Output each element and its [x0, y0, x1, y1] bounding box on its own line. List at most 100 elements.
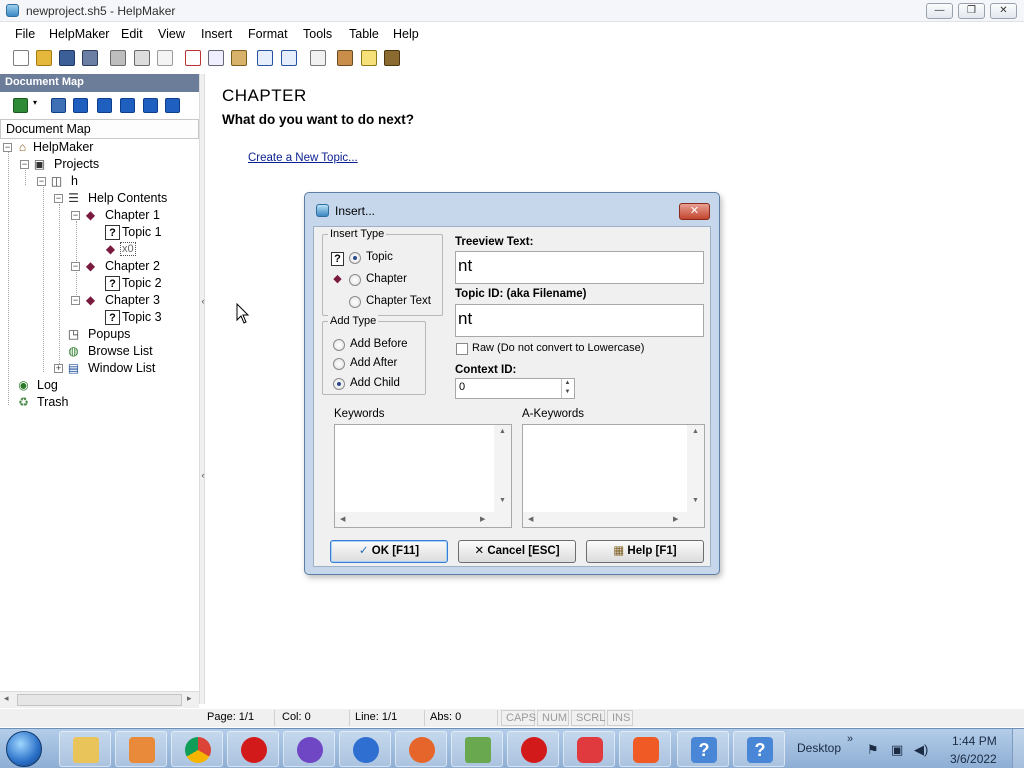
taskbar-firefox-nightly[interactable]: [395, 731, 447, 767]
insert-type-topic-radio[interactable]: Topic: [349, 250, 439, 266]
keywords-list[interactable]: ▲ ▼ ◀ ▶: [334, 424, 512, 528]
taskbar-help[interactable]: ?: [677, 731, 729, 767]
scroll-thumb[interactable]: [17, 694, 182, 706]
collapse-icon[interactable]: −: [54, 194, 63, 203]
radio-unchecked[interactable]: [333, 358, 345, 370]
new-document-icon[interactable]: [13, 50, 29, 66]
save-all-icon[interactable]: [82, 50, 98, 66]
scroll-right-icon[interactable]: ▸: [187, 693, 192, 704]
toolbar-expand-icon[interactable]: »: [847, 733, 853, 745]
dialog-close-button[interactable]: ✕: [679, 203, 710, 220]
scroll-up-icon[interactable]: ▲: [494, 428, 511, 435]
taskbar-opera-gx[interactable]: [507, 731, 559, 767]
network-icon[interactable]: ▣: [891, 742, 903, 758]
collapse-icon[interactable]: −: [20, 160, 29, 169]
a-keywords-list[interactable]: ▲ ▼ ◀ ▶: [522, 424, 705, 528]
format-icon[interactable]: [310, 50, 326, 66]
menu-view[interactable]: View: [158, 27, 185, 41]
volume-icon[interactable]: ◀): [914, 742, 928, 758]
collapse-icon[interactable]: −: [37, 177, 46, 186]
open-folder-icon[interactable]: [36, 50, 52, 66]
taskbar-helpmaker[interactable]: [451, 731, 503, 767]
print-preview-icon[interactable]: [134, 50, 150, 66]
topic-id-input[interactable]: nt: [455, 304, 704, 337]
radio-checked[interactable]: [333, 378, 345, 390]
spell-check-icon[interactable]: [157, 50, 173, 66]
clock-date[interactable]: 3/6/2022: [950, 752, 997, 766]
scroll-right-icon[interactable]: ▶: [480, 515, 485, 523]
menu-tools[interactable]: Tools: [303, 27, 332, 41]
menu-edit[interactable]: Edit: [121, 27, 143, 41]
menu-table[interactable]: Table: [349, 27, 379, 41]
print-icon[interactable]: [110, 50, 126, 66]
a-keywords-horizontal-scrollbar[interactable]: ◀ ▶: [523, 512, 704, 527]
paste-icon[interactable]: [231, 50, 247, 66]
menu-helpmaker[interactable]: HelpMaker: [49, 27, 109, 41]
expand-icon[interactable]: +: [54, 364, 63, 373]
taskbar-firefox-dev[interactable]: [339, 731, 391, 767]
help-button[interactable]: ▦ Help [F1]: [586, 540, 704, 563]
move-left-icon[interactable]: [120, 98, 135, 113]
taskbar-brave[interactable]: [619, 731, 671, 767]
taskbar-help-2[interactable]: ?: [733, 731, 785, 767]
spin-down-icon[interactable]: ▼: [562, 388, 573, 397]
insert-type-chapter-text-radio[interactable]: Chapter Text: [349, 294, 439, 310]
scroll-right-icon[interactable]: ▶: [673, 515, 678, 523]
taskbar-file-explorer[interactable]: [59, 731, 111, 767]
move-top-icon[interactable]: [73, 98, 88, 113]
cancel-button[interactable]: ✕ Cancel [ESC]: [458, 540, 576, 563]
move-right-icon[interactable]: [165, 98, 180, 113]
taskbar-chrome[interactable]: [171, 731, 223, 767]
collapse-icon[interactable]: −: [71, 296, 80, 305]
properties-icon[interactable]: [51, 98, 66, 113]
a-keywords-vertical-scrollbar[interactable]: ▲ ▼: [687, 425, 704, 513]
start-button[interactable]: [6, 731, 42, 767]
desktop-toolbar-label[interactable]: Desktop: [797, 741, 841, 755]
create-new-topic-link[interactable]: Create a New Topic...: [248, 152, 358, 164]
action-center-flag-icon[interactable]: ⚑: [867, 742, 879, 758]
context-id-spinner[interactable]: ▲ ▼: [561, 379, 573, 398]
taskbar-opera[interactable]: [227, 731, 279, 767]
minimize-button[interactable]: —: [926, 3, 953, 19]
radio-unchecked[interactable]: [349, 296, 361, 308]
spin-up-icon[interactable]: ▲: [562, 379, 573, 388]
ok-button[interactable]: ✓ OK [F11]: [330, 540, 448, 563]
move-up-icon[interactable]: [97, 98, 112, 113]
add-after-radio[interactable]: Add After: [333, 356, 423, 372]
tree-horizontal-scrollbar[interactable]: ◂ ▸: [0, 691, 199, 708]
cut-icon[interactable]: [185, 50, 201, 66]
radio-checked[interactable]: [349, 252, 361, 264]
collapse-icon[interactable]: −: [71, 211, 80, 220]
scroll-down-icon[interactable]: ▼: [687, 497, 704, 504]
collapse-icon[interactable]: −: [3, 143, 12, 152]
scroll-left-icon[interactable]: ◀: [340, 515, 345, 523]
clock-time[interactable]: 1:44 PM: [952, 734, 997, 748]
radio-unchecked[interactable]: [349, 274, 361, 286]
menu-format[interactable]: Format: [248, 27, 288, 41]
close-button[interactable]: ✕: [990, 3, 1017, 19]
radio-unchecked[interactable]: [333, 339, 345, 351]
scroll-up-icon[interactable]: ▲: [687, 428, 704, 435]
menu-insert[interactable]: Insert: [201, 27, 232, 41]
insert-type-chapter-radio[interactable]: Chapter: [349, 272, 439, 288]
add-before-radio[interactable]: Add Before: [333, 337, 423, 353]
add-child-radio[interactable]: Add Child: [333, 376, 423, 392]
dropdown-arrow-icon[interactable]: ▾: [33, 98, 41, 113]
menu-help[interactable]: Help: [393, 27, 419, 41]
help-topic-icon[interactable]: [361, 50, 377, 66]
scroll-down-icon[interactable]: ▼: [494, 497, 511, 504]
menu-file[interactable]: File: [15, 27, 35, 41]
treeview-text-input[interactable]: nt: [455, 251, 704, 284]
insert-image-icon[interactable]: [337, 50, 353, 66]
save-icon[interactable]: [59, 50, 75, 66]
keywords-vertical-scrollbar[interactable]: ▲ ▼: [494, 425, 511, 513]
raw-checkbox[interactable]: [456, 343, 468, 355]
book-icon[interactable]: [384, 50, 400, 66]
taskbar-media-player[interactable]: [115, 731, 167, 767]
pane-splitter[interactable]: ‹ ‹: [199, 74, 205, 704]
move-down-icon[interactable]: [143, 98, 158, 113]
add-node-icon[interactable]: [13, 98, 28, 113]
scroll-left-icon[interactable]: ◀: [528, 515, 533, 523]
copy-icon[interactable]: [208, 50, 224, 66]
maximize-button[interactable]: ❐: [958, 3, 985, 19]
